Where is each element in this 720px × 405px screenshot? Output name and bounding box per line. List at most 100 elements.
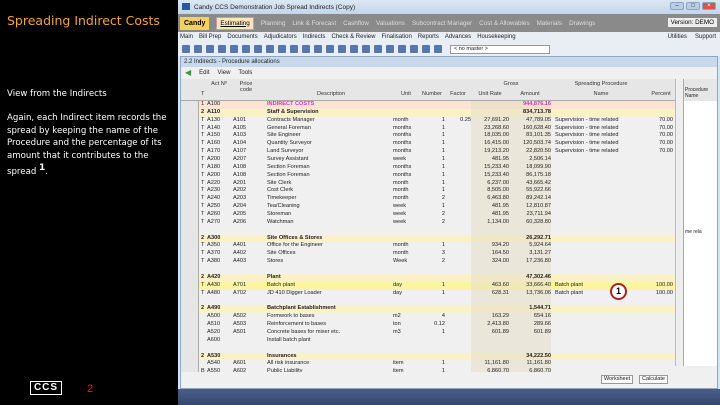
row-indicator[interactable]	[181, 108, 199, 117]
row-indicator[interactable]	[181, 171, 199, 180]
table-row[interactable]: T A380 A403 Stores Week 2 324.00 17,236.80	[181, 258, 675, 267]
table-row[interactable]: T A240 A203 Timekeeper month 2 6,463.80 89,242.…	[181, 195, 675, 204]
row-indicator[interactable]	[181, 336, 199, 345]
menu-main[interactable]: Main	[180, 34, 193, 40]
brand-tab[interactable]: Candy	[180, 16, 210, 30]
table-row[interactable]	[181, 226, 675, 235]
table-row[interactable]: 1 A100 INDIRECT COSTS 944,876.16	[181, 101, 675, 109]
table-row[interactable]	[181, 297, 675, 306]
row-indicator[interactable]	[181, 344, 199, 353]
row-indicator[interactable]	[181, 195, 199, 204]
row-indicator[interactable]	[181, 281, 199, 290]
row-indicator[interactable]	[181, 352, 199, 361]
table-row[interactable]: T A200 A108 Section Foreman months 1 15,233.40…	[181, 171, 675, 180]
table-row[interactable]: 2 A530 Insurances 34,222.50	[181, 352, 675, 361]
worksheet-button[interactable]: Worksheet	[601, 375, 634, 384]
toolbar-tool-icon[interactable]	[266, 45, 274, 53]
toolbar-tool-icon[interactable]	[434, 45, 442, 53]
toolbar-tool-icon[interactable]	[218, 45, 226, 53]
minimize-button[interactable]: –	[670, 2, 684, 10]
table-row[interactable]: A520 A501 Concrete bases for mixer etc. m3 1…	[181, 328, 675, 337]
tab-link-forecast[interactable]: Link & Forecast	[292, 20, 336, 27]
vertical-scrollbar[interactable]	[675, 79, 683, 366]
table-row[interactable]: T A220 A201 Site Clerk month 1 6,237.00 43,665.…	[181, 179, 675, 188]
table-row[interactable]: T A180 A108 Section Foreman months 1 15,233.40…	[181, 163, 675, 172]
toolbar-tool-icon[interactable]	[230, 45, 238, 53]
table-row[interactable]: T A260 A205 Storeman week 2 481.95 23,711.94	[181, 211, 675, 219]
toolbar-tool-icon[interactable]	[182, 45, 190, 53]
row-indicator[interactable]	[181, 305, 199, 314]
toolbar-tool-icon[interactable]	[326, 45, 334, 53]
menu-edit[interactable]: Edit	[199, 70, 209, 76]
toolbar-tool-icon[interactable]	[350, 45, 358, 53]
table-row[interactable]: 2 A300 Site Offices & Stores 26,292.71	[181, 234, 675, 243]
table-row[interactable]: T A170 A107 Land Surveyor months 1 19,213.20 22…	[181, 148, 675, 157]
row-indicator[interactable]	[181, 258, 199, 267]
menu-housekeeping[interactable]: Housekeeping	[477, 34, 515, 40]
tab-estimating[interactable]: Estimating	[216, 16, 254, 30]
close-button[interactable]: ×	[702, 2, 716, 10]
menu-finalisation[interactable]: Finalisation	[381, 34, 411, 40]
menu-view[interactable]: View	[218, 70, 231, 76]
row-indicator[interactable]	[181, 101, 199, 109]
table-row[interactable]: T A250 A204 Tea/Cleaning week 1 481.95 12,810.8…	[181, 203, 675, 212]
toolbar-tool-icon[interactable]	[338, 45, 346, 53]
row-indicator[interactable]	[181, 297, 199, 306]
row-indicator[interactable]	[181, 148, 199, 157]
row-indicator[interactable]	[181, 313, 199, 322]
table-row[interactable]: T A430 A701 Batch plant day 1 463.60 33,666.40 B…	[181, 281, 675, 290]
row-indicator[interactable]	[181, 250, 199, 259]
calculate-button[interactable]: Calculate	[639, 375, 668, 384]
row-indicator[interactable]	[181, 328, 199, 337]
maximize-button[interactable]: □	[686, 2, 700, 10]
table-row[interactable]: T A140 A105 General Foreman months 1 23,268.60…	[181, 124, 675, 133]
row-indicator[interactable]	[181, 156, 199, 164]
toolbar-tool-icon[interactable]	[362, 45, 370, 53]
row-indicator[interactable]	[181, 124, 199, 133]
row-indicator[interactable]	[181, 179, 199, 188]
menu-utilities[interactable]: Utilities	[668, 34, 687, 40]
row-indicator[interactable]	[181, 187, 199, 196]
table-row[interactable]: A600 Install batch plant	[181, 336, 675, 345]
table-row[interactable]: A500 A502 Formwork to bases m2 4 163.29 654.16	[181, 313, 675, 322]
row-indicator[interactable]	[181, 163, 199, 172]
table-row[interactable]	[181, 344, 675, 353]
tab-planning[interactable]: Planning	[261, 20, 286, 27]
toolbar-tool-icon[interactable]	[206, 45, 214, 53]
table-row[interactable]: 2 A110 Staff & Supervision 834,713.78	[181, 108, 675, 117]
table-row[interactable]: T A200 A207 Survey Assistant week 1 481.95 2,50…	[181, 156, 675, 164]
row-indicator[interactable]	[181, 226, 199, 235]
row-indicator[interactable]	[181, 360, 199, 369]
table-row[interactable]	[181, 266, 675, 274]
table-row[interactable]: T A130 A101 Contracts Manager month 1 0.25 27,6…	[181, 116, 675, 125]
toolbar-tool-icon[interactable]	[410, 45, 418, 53]
menu-advances[interactable]: Advances	[445, 34, 471, 40]
tab-cost-allowables[interactable]: Cost & Allowables	[479, 20, 529, 27]
row-indicator[interactable]	[181, 321, 199, 329]
toolbar-tool-icon[interactable]	[242, 45, 250, 53]
menu-documents[interactable]: Documents	[227, 34, 257, 40]
menu-bill-prep[interactable]: Bill Prep	[199, 34, 221, 40]
table-row[interactable]: T A270 A206 Watchman week 2 1,134.00 60,328.80	[181, 218, 675, 227]
row-indicator[interactable]	[181, 132, 199, 141]
row-indicator[interactable]	[181, 242, 199, 251]
toolbar-tool-icon[interactable]	[314, 45, 322, 53]
menu-check-review[interactable]: Check & Review	[331, 34, 375, 40]
tab-drawings[interactable]: Drawings	[569, 20, 595, 27]
toolbar-tool-icon[interactable]	[194, 45, 202, 53]
menu-support[interactable]: Support	[695, 34, 716, 40]
table-row[interactable]: T A480 A702 JD 410 Digger Loader day 1 628.31 1…	[181, 289, 675, 298]
table-row[interactable]: T A160 A104 Quantity Surveyor months 1 16,415.…	[181, 140, 675, 149]
toolbar-tool-icon[interactable]	[254, 45, 262, 53]
menu-reports[interactable]: Reports	[418, 34, 439, 40]
toolbar-tool-icon[interactable]	[422, 45, 430, 53]
row-indicator[interactable]	[181, 140, 199, 149]
toolbar-tool-icon[interactable]	[290, 45, 298, 53]
tab-subcontract-manager[interactable]: Subcontract Manager	[412, 20, 472, 27]
table-row[interactable]: 2 A420 Plant 47,302.46	[181, 273, 675, 282]
tab-materials[interactable]: Materials	[537, 20, 563, 27]
menu-indirects[interactable]: Indirects	[303, 34, 326, 40]
table-row[interactable]: A510 A503 Reinforcement to bases ton 0.12 2,4…	[181, 321, 675, 329]
tab-cashflow[interactable]: Cashflow	[343, 20, 369, 27]
tab-valuations[interactable]: Valuations	[376, 20, 405, 27]
